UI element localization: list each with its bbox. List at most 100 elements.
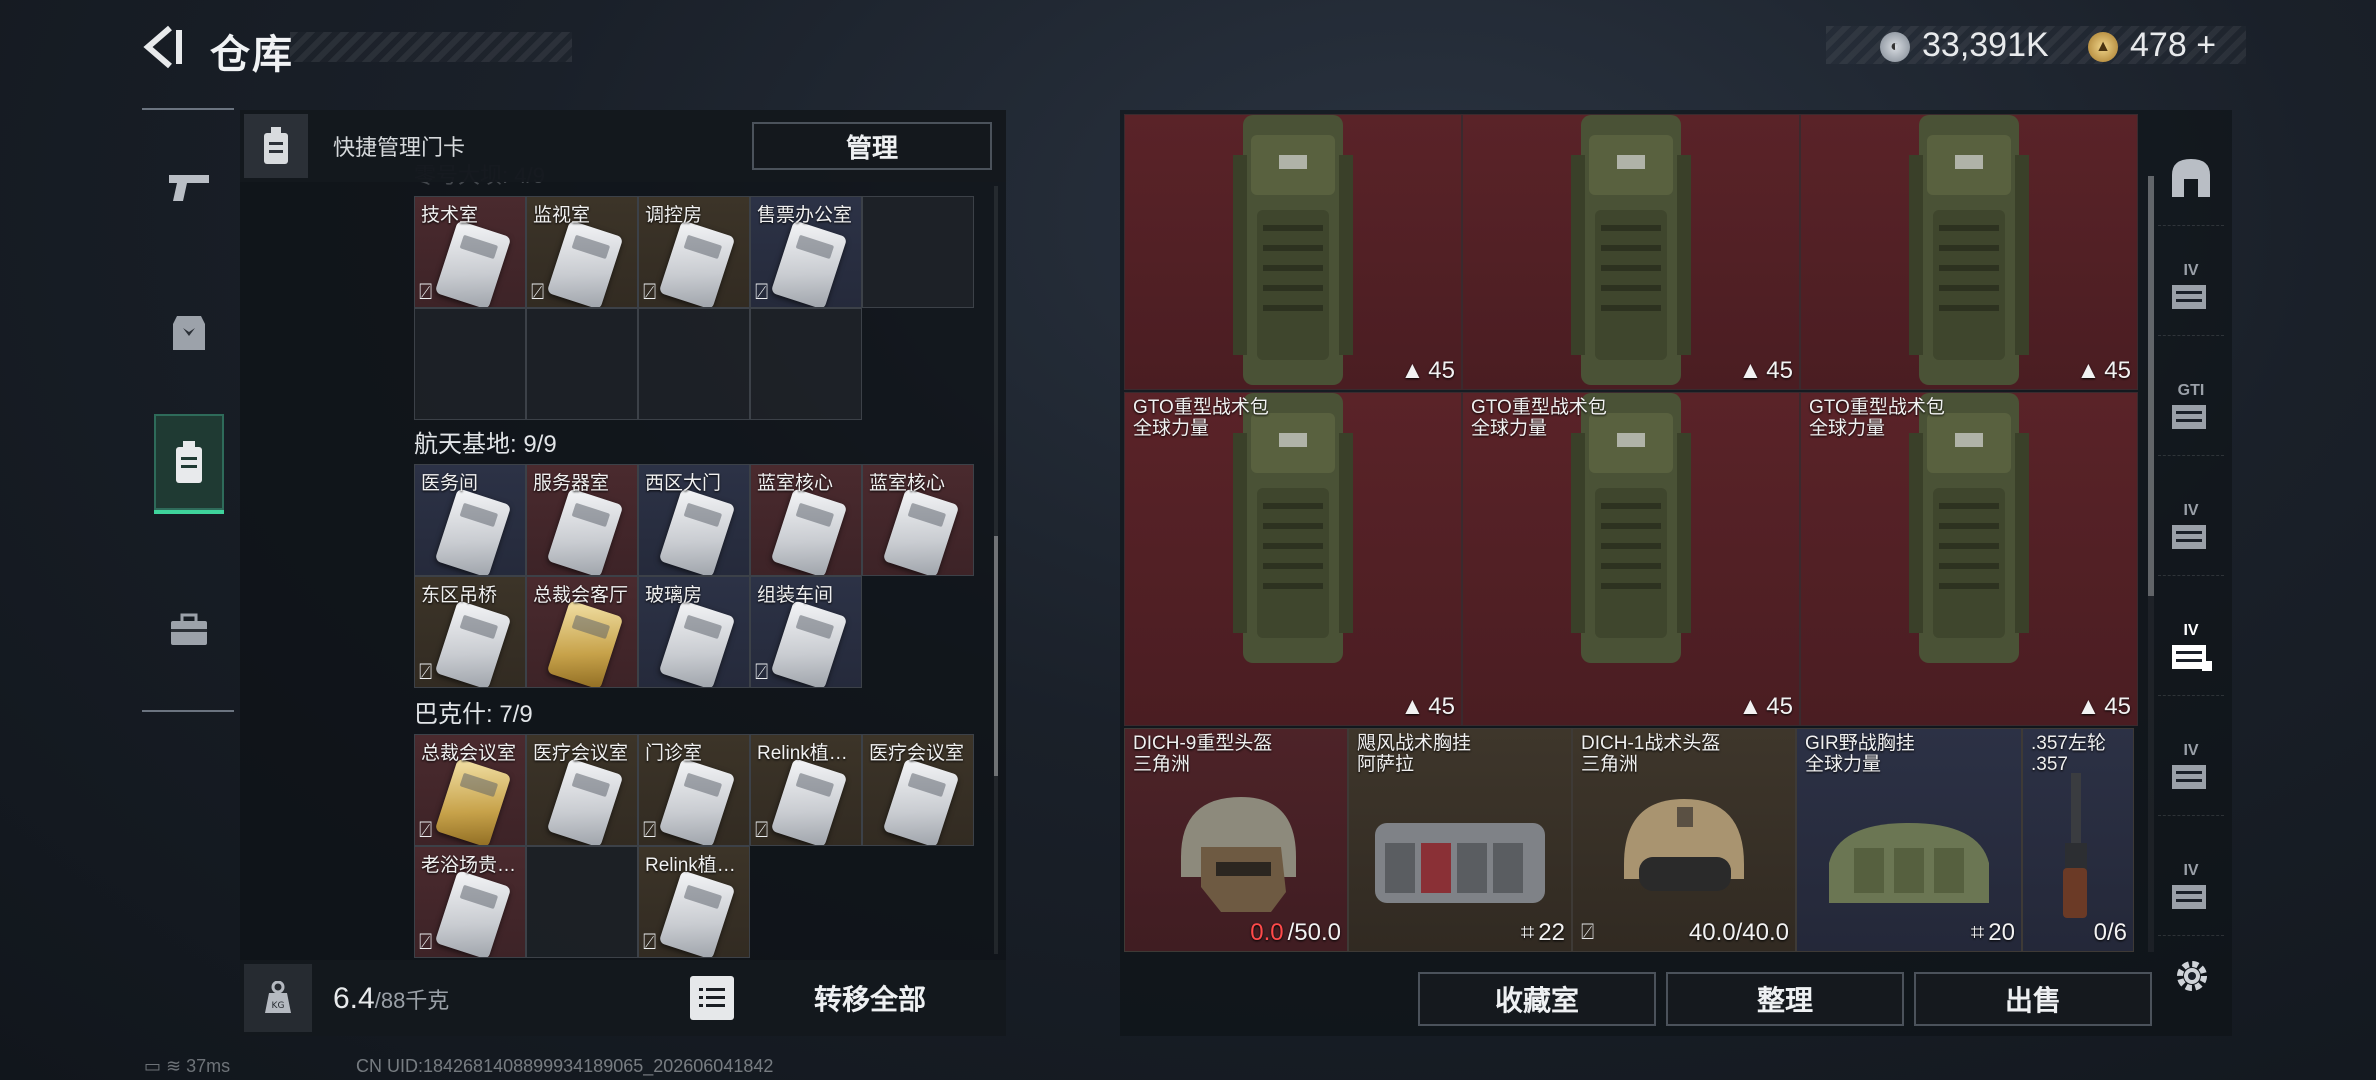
nav-weapons[interactable]: [154, 138, 224, 238]
ammo-label: 0/6: [2093, 919, 2127, 946]
stash-tab[interactable]: IV: [2158, 480, 2224, 576]
keycard-slot[interactable]: 总裁会客厅: [526, 576, 638, 688]
item-name: DICH-9重型头盔 三角洲: [1133, 733, 1273, 775]
durability-current: 0.0: [1250, 919, 1284, 946]
capacity-icon: ▲: [1400, 693, 1425, 720]
add-gold-button[interactable]: +: [2196, 26, 2216, 64]
unbound-icon: ⍁: [755, 817, 769, 842]
keycard-slot[interactable]: 蓝室核心: [750, 464, 862, 576]
keycard-slot[interactable]: 老浴场贵… ⍁: [414, 846, 526, 958]
silver-coin-icon: ◐: [1880, 32, 1910, 62]
capacity-value: 22: [1538, 919, 1565, 946]
nav-equipment[interactable]: [154, 282, 224, 382]
manage-button[interactable]: 管理: [752, 122, 992, 170]
empty-slot[interactable]: [414, 308, 526, 420]
keycard-slot[interactable]: 医务间: [414, 464, 526, 576]
capacity-label: ▲ 45: [1739, 357, 1793, 385]
keycard-slot[interactable]: 技术室 ⍁: [414, 196, 526, 308]
stash-tab[interactable]: GTI: [2158, 360, 2224, 456]
empty-slot[interactable]: [638, 308, 750, 420]
keycard-image: [546, 758, 624, 845]
keycard-image: [546, 488, 624, 575]
keycard-name: 技术室: [421, 205, 479, 226]
keycard-slot[interactable]: 医疗会议室: [526, 734, 638, 846]
sell-button[interactable]: 出售: [1914, 972, 2152, 1026]
stash-tab[interactable]: IV: [2158, 720, 2224, 816]
keycard-slot[interactable]: Relink植… ⍁: [750, 734, 862, 846]
keycard-slot[interactable]: 总裁会议室 ⍁: [414, 734, 526, 846]
helmet-item[interactable]: DICH-9重型头盔 三角洲 0.0/50.0: [1124, 728, 1348, 952]
sort-button[interactable]: 整理: [1666, 972, 1904, 1026]
keycard-slot[interactable]: 蓝室核心: [862, 464, 974, 576]
stash-scroll-thumb[interactable]: [2148, 176, 2154, 596]
keycard-name: 西区大门: [645, 473, 722, 494]
chest-rig-item[interactable]: GIR野战胸挂 全球力量 ⌗ 20: [1796, 728, 2022, 952]
collection-room-button[interactable]: 收藏室: [1418, 972, 1656, 1026]
backpack-item[interactable]: GTO重型战术包 全球力量 ▲ 45: [1800, 392, 2138, 726]
capacity-label: ▲ 45: [2077, 693, 2131, 721]
keycard-image: [434, 870, 512, 957]
empty-slot[interactable]: [862, 196, 974, 308]
stash-tab[interactable]: IV: [2158, 840, 2224, 936]
keycard-name: 医务间: [421, 473, 479, 494]
transfer-all-button[interactable]: 转移全部: [770, 968, 970, 1028]
stash-tab[interactable]: IV: [2158, 240, 2224, 336]
gold-balance[interactable]: 478 +: [2130, 26, 2216, 65]
storage-iv-icon: [2172, 884, 2206, 909]
keycard-icon: [176, 441, 202, 483]
keycard-slot[interactable]: 监视室 ⍁: [526, 196, 638, 308]
slots-icon: ⌗: [1970, 919, 1985, 946]
keycard-slot[interactable]: 服务器室: [526, 464, 638, 576]
backpack-item[interactable]: GTO重型战术包 全球力量 ▲ 45: [1462, 392, 1800, 726]
keycard-image: [658, 870, 736, 957]
nav-keycards[interactable]: [154, 414, 224, 514]
keycard-slot[interactable]: 调控房 ⍁: [638, 196, 750, 308]
keycard-image: [546, 220, 624, 307]
keycard-slot[interactable]: 组装车间 ⍁: [750, 576, 862, 688]
empty-slot[interactable]: [750, 308, 862, 420]
keycard-scroll-thumb[interactable]: [994, 536, 998, 776]
keycard-name: 服务器室: [533, 473, 610, 494]
empty-slot[interactable]: [526, 846, 638, 958]
keycard-image: [658, 600, 736, 687]
helmet-item[interactable]: DICH-1战术头盔 三角洲 ⍁ 40.0/40.0: [1572, 728, 1796, 952]
keycard-name: Relink植…: [645, 855, 736, 876]
keycard-slot[interactable]: 玻璃房: [638, 576, 750, 688]
helmet-image: [1624, 799, 1744, 891]
keycard-slot[interactable]: 西区大门: [638, 464, 750, 576]
keycard-slot[interactable]: 东区吊桥 ⍁: [414, 576, 526, 688]
durability-label: 0.0/50.0: [1250, 919, 1341, 947]
back-button[interactable]: [140, 22, 190, 72]
stash-tab[interactable]: [2158, 130, 2224, 226]
item-name: GTO重型战术包 全球力量: [1471, 397, 1607, 439]
backpack-image: [1909, 115, 2029, 385]
chest-rig-item[interactable]: 飓风战术胸挂 阿萨拉 ⌗ 22: [1348, 728, 1572, 952]
stash-tab[interactable]: IV: [2158, 600, 2224, 696]
keycard-slot[interactable]: Relink植… ⍁: [638, 846, 750, 958]
item-name: DICH-1战术头盔 三角洲: [1581, 733, 1721, 775]
settings-button[interactable]: [2168, 952, 2216, 1000]
armor-icon: [173, 316, 205, 350]
backpack-item[interactable]: ▲ 45: [1800, 114, 2138, 390]
nav-cases[interactable]: [154, 580, 224, 680]
backpack-item[interactable]: ▲ 45: [1124, 114, 1462, 390]
keycard-slot[interactable]: 门诊室 ⍁: [638, 734, 750, 846]
keycard-image: [882, 758, 960, 845]
keycard-slot[interactable]: 医疗会议室: [862, 734, 974, 846]
list-view-button[interactable]: [690, 976, 734, 1020]
unbound-icon: ⍁: [643, 929, 657, 954]
keycard-image: [770, 758, 848, 845]
chest-rig-image: [1375, 823, 1545, 903]
weight-icon: KG: [244, 964, 312, 1032]
revolver-item[interactable]: .357左轮 .357 0/6: [2022, 728, 2134, 952]
backpack-item[interactable]: GTO重型战术包 全球力量 ▲ 45: [1124, 392, 1462, 726]
capacity-label: ▲ 45: [1739, 693, 1793, 721]
empty-slot[interactable]: [526, 308, 638, 420]
keycard-name: 调控房: [645, 205, 703, 226]
keycard-slot[interactable]: 售票办公室 ⍁: [750, 196, 862, 308]
keycard-image: [434, 600, 512, 687]
capacity-value: 45: [2104, 693, 2131, 720]
keycard-name: 老浴场贵…: [421, 855, 517, 876]
backpack-item[interactable]: ▲ 45: [1462, 114, 1800, 390]
silver-balance: 33,391K: [1922, 26, 2049, 64]
